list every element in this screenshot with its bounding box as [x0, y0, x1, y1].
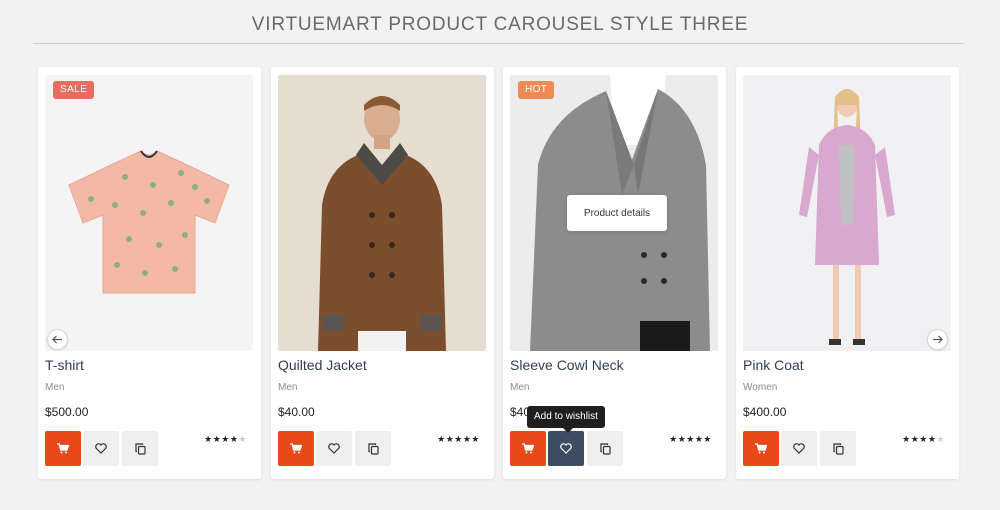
rating-stars: ★★★★★ [669, 434, 712, 445]
add-to-cart-button[interactable] [510, 431, 546, 466]
prev-arrow-button[interactable] [47, 329, 68, 350]
heart-icon [328, 443, 340, 454]
product-category[interactable]: Men [45, 382, 64, 393]
pink-coat-icon [799, 89, 895, 345]
arrow-right-icon [933, 335, 943, 344]
heart-icon [95, 443, 107, 454]
rating-stars: ★★★★★ [902, 434, 945, 445]
product-name[interactable]: T-shirt [45, 357, 84, 373]
heart-icon [793, 443, 805, 454]
star-icon: ★★★★★ [437, 434, 480, 444]
wishlist-button[interactable] [83, 431, 119, 466]
section-title: VIRTUEMART PRODUCT CAROUSEL STYLE THREE [251, 14, 749, 35]
product-category[interactable]: Men [510, 382, 529, 393]
product-image-blazer[interactable]: Product details [510, 75, 718, 351]
wishlist-tooltip: Add to wishlist [527, 406, 605, 433]
compare-button[interactable] [122, 431, 158, 466]
cart-icon [57, 443, 69, 454]
pink-tshirt-icon [68, 150, 230, 294]
compare-icon [367, 442, 379, 455]
add-to-cart-button[interactable] [278, 431, 314, 466]
star-icon: ★★★★★ [669, 434, 712, 444]
cart-icon [522, 443, 534, 454]
compare-button[interactable] [355, 431, 391, 466]
product-category[interactable]: Men [278, 382, 297, 393]
brown-jacket-icon [318, 96, 446, 351]
product-card[interactable]: Quilted Jacket Men $40.00 ★★★★★ [271, 67, 494, 479]
next-arrow-button[interactable] [927, 329, 948, 350]
cart-icon [755, 443, 767, 454]
product-category[interactable]: Women [743, 382, 777, 393]
product-price: $500.00 [45, 405, 89, 419]
compare-icon [832, 442, 844, 455]
star-icon: ★★★★ [204, 434, 239, 444]
wishlist-button[interactable] [781, 431, 817, 466]
star-empty-icon: ★ [936, 434, 945, 444]
heart-icon [560, 443, 572, 454]
product-card[interactable]: SALE T-shirt Men $500.00 ★★★★★ [38, 67, 261, 479]
add-to-cart-button[interactable] [45, 431, 81, 466]
product-image-tshirt[interactable] [45, 75, 253, 351]
compare-button[interactable] [587, 431, 623, 466]
arrow-left-icon [52, 335, 62, 344]
cart-icon [290, 443, 302, 454]
rating-stars: ★★★★★ [437, 434, 480, 445]
product-price: $40.00 [278, 405, 315, 419]
wishlist-button[interactable] [316, 431, 352, 466]
rating-stars: ★★★★★ [204, 434, 247, 445]
star-empty-icon: ★ [238, 434, 247, 444]
product-card[interactable]: Pink Coat Women $400.00 ★★★★★ [736, 67, 959, 479]
product-name[interactable]: Quilted Jacket [278, 357, 367, 373]
product-name[interactable]: Pink Coat [743, 357, 804, 373]
compare-button[interactable] [820, 431, 856, 466]
wishlist-button[interactable] [548, 431, 584, 466]
title-divider [33, 43, 964, 44]
product-name[interactable]: Sleeve Cowl Neck [510, 357, 624, 373]
add-to-cart-button[interactable] [743, 431, 779, 466]
product-image-jacket[interactable] [278, 75, 486, 351]
compare-icon [599, 442, 611, 455]
product-image-coat[interactable] [743, 75, 951, 351]
sale-badge: SALE [53, 81, 95, 99]
compare-icon [134, 442, 146, 455]
hot-badge: HOT [518, 81, 555, 99]
product-price: $400.00 [743, 405, 787, 419]
star-icon: ★★★★ [902, 434, 937, 444]
product-details-button[interactable]: Product details [567, 195, 667, 231]
